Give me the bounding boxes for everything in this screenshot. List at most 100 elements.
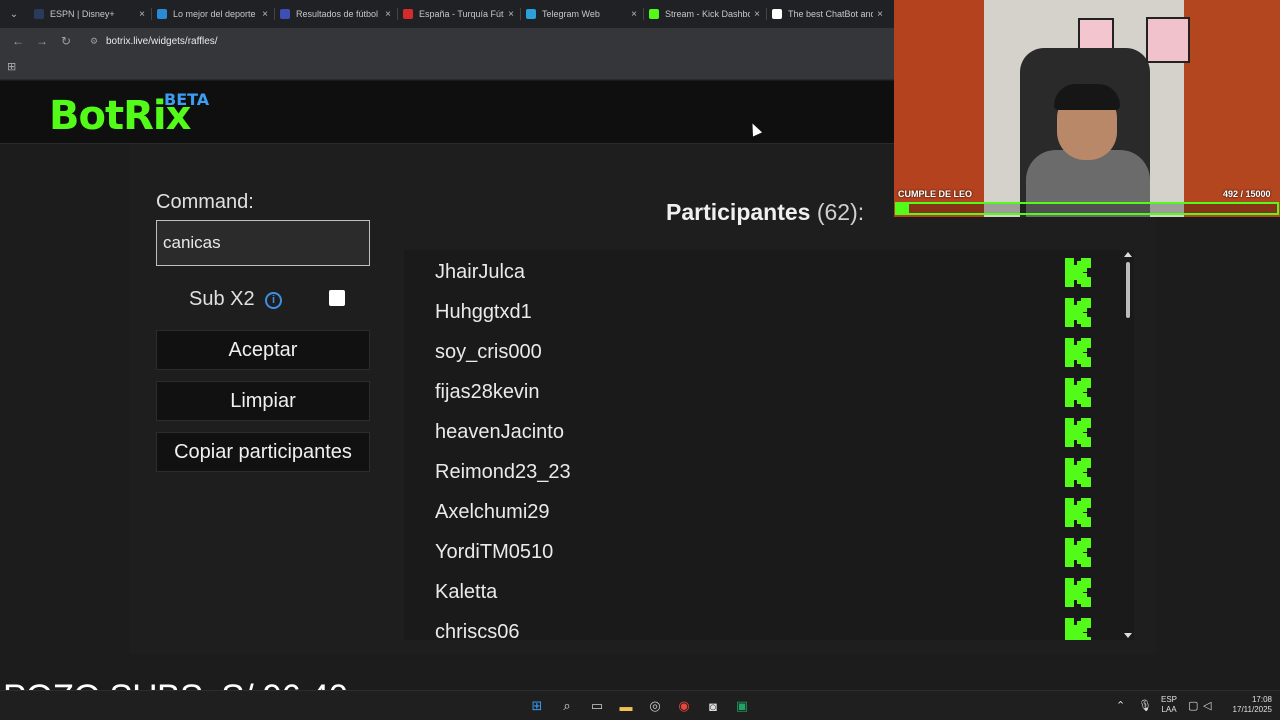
info-icon[interactable]: i [265,292,282,309]
browser-toolbar: ← → ↻ ⚙ botrix.live/widgets/raffles/ [0,28,894,54]
tab-label: The best ChatBot and [788,9,874,19]
participant-name: Axelchumi29 [435,501,550,523]
browser-tab[interactable]: España - Turquía Fútb × [397,0,520,28]
tab-favicon-icon [280,9,290,19]
volume-icon[interactable]: ◁ [1203,699,1211,712]
tab-close-icon[interactable]: × [631,9,637,20]
tab-search-icon[interactable]: ⌄ [0,0,28,28]
sub-x2-checkbox[interactable] [329,290,345,306]
app-icon[interactable]: ◎ [645,696,665,716]
tab-favicon-icon [34,9,44,19]
list-scrollbar[interactable] [1122,250,1134,640]
tab-label: ESPN | Disney+ [50,9,115,19]
cam-goal-progress: 492 / 15000 [1223,189,1271,199]
language-top: ESP [1160,695,1177,704]
windows-taskbar: ⊞ ⌕ ▭ ▬ ◎ ◉ ◙ ▣ ⌃ 🎙 ESP LAA ▢ ◁ 17:08 17… [0,690,1280,720]
network-icon[interactable]: ▢ [1188,699,1198,712]
task-view-icon[interactable]: ▭ [587,696,607,716]
beta-badge: BETA [164,90,210,109]
kick-icon [1065,258,1091,287]
app-icon[interactable]: ◙ [703,696,723,716]
scroll-thumb[interactable] [1126,262,1130,318]
participant-row: heavenJacinto [404,413,1120,453]
scroll-down-icon[interactable] [1124,633,1132,638]
tab-close-icon[interactable]: × [754,9,760,20]
cam-goal-bar [895,202,1279,215]
language-indicator[interactable]: ESP LAA [1158,695,1180,715]
kick-icon [1065,578,1091,607]
tab-close-icon[interactable]: × [139,9,145,20]
participant-name: fijas28kevin [435,381,540,403]
address-bar[interactable]: ⚙ botrix.live/widgets/raffles/ [82,30,872,52]
participant-row: soy_cris000 [404,333,1120,373]
tab-label: España - Turquía Fútb [419,9,505,19]
tab-favicon-icon [772,9,782,19]
cam-goal-fill [897,204,910,213]
cam-jersey-frame [1146,17,1190,63]
command-input[interactable]: canicas [156,220,370,266]
tab-favicon-icon [157,9,167,19]
participant-row: Axelchumi29 [404,493,1120,533]
tab-favicon-icon [526,9,536,19]
tab-label: Stream - Kick Dashbo [665,9,751,19]
tab-close-icon[interactable]: × [508,9,514,20]
participant-name: YordiTM0510 [435,541,554,563]
clear-button[interactable]: Limpiar [156,381,370,421]
bookmarks-bar: ⊞ [0,54,894,80]
participant-row: JhairJulca [404,253,1120,293]
forward-icon[interactable]: → [30,29,54,53]
copy-participants-button[interactable]: Copiar participantes [156,432,370,472]
cam-goal-label: CUMPLE DE LEO [898,189,973,199]
kick-icon [1065,498,1091,527]
browser-tab[interactable]: The best ChatBot and × [766,0,889,28]
file-explorer-icon[interactable]: ▬ [616,696,636,716]
tab-close-icon[interactable]: × [385,9,391,20]
tray-overflow-icon[interactable]: ⌃ [1116,699,1125,712]
tab-label: Lo mejor del deporte [173,9,256,19]
browser-tab[interactable]: ESPN | Disney+ × [28,0,151,28]
apps-icon[interactable]: ⊞ [7,61,19,73]
tab-label: Telegram Web [542,9,600,19]
accept-button[interactable]: Aceptar [156,330,370,370]
cam-door-right [1184,0,1280,217]
tab-close-icon[interactable]: × [877,9,883,20]
participant-name: JhairJulca [435,261,526,283]
scroll-up-icon[interactable] [1124,252,1132,257]
participants-count: (62): [816,199,865,225]
kick-icon [1065,298,1091,327]
mouse-cursor [747,121,763,137]
microphone-icon[interactable]: 🎙 [1138,699,1152,712]
search-icon[interactable]: ⌕ [557,696,577,716]
back-icon[interactable]: ← [6,29,30,53]
sub-x2-label: Sub X2 [189,288,255,310]
kick-icon [1065,458,1091,487]
site-info-icon[interactable]: ⚙ [90,36,100,46]
browser-tab[interactable]: Stream - Kick Dashbo × [643,0,766,28]
clock-date: 17/11/2025 [1232,705,1272,714]
participant-name: heavenJacinto [435,421,564,443]
participant-row: Huhggtxd1 [404,293,1120,333]
browser-tab[interactable]: Resultados de fútbol × [274,0,397,28]
participant-name: Kaletta [435,581,498,603]
reload-icon[interactable]: ↻ [54,29,78,53]
kick-icon [1065,338,1091,367]
participant-name: chriscs06 [435,621,520,640]
excel-icon[interactable]: ▣ [732,696,752,716]
clock[interactable]: 17:08 17/11/2025 [1222,695,1272,715]
tab-label: Resultados de fútbol [296,9,379,19]
cam-door-left [894,0,984,217]
participants-title: Participantes (62): [666,199,864,226]
cam-person-hair [1054,84,1120,110]
tab-favicon-icon [649,9,659,19]
browser-tab[interactable]: Telegram Web × [520,0,643,28]
windows-start-icon[interactable]: ⊞ [527,696,547,716]
kick-icon [1065,618,1091,640]
clock-time: 17:08 [1251,695,1272,704]
tab-close-icon[interactable]: × [262,9,268,20]
tab-favicon-icon [403,9,413,19]
browser-tab[interactable]: Lo mejor del deporte × [151,0,274,28]
raffle-panel: Command: canicas Sub X2 i Aceptar Limpia… [130,144,1156,654]
webcam-overlay: CUMPLE DE LEO 492 / 15000 [894,0,1280,217]
chrome-icon[interactable]: ◉ [674,696,694,716]
participant-name: soy_cris000 [435,341,542,363]
